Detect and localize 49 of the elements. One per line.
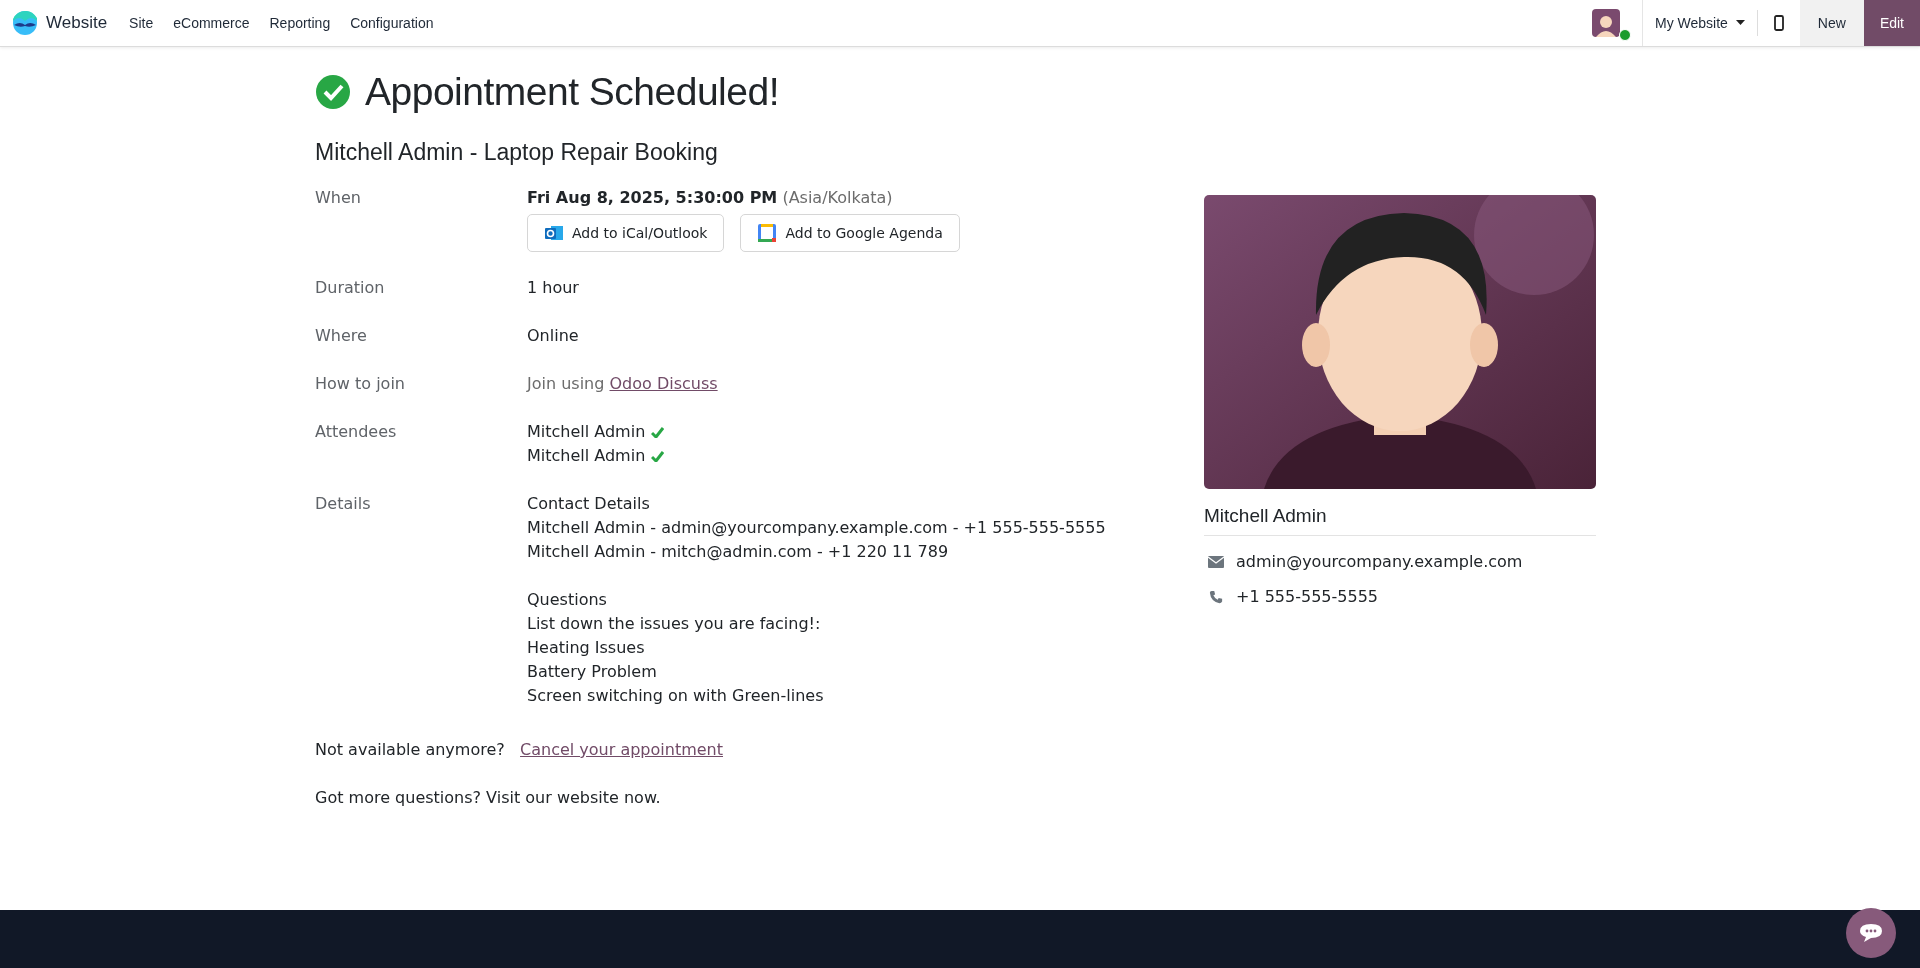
menu-item[interactable]: Configuration [340, 15, 444, 31]
field-label: When [315, 187, 362, 209]
field-label: Attendees [315, 421, 398, 443]
detail-line: Mitchell Admin - mitch@admin.com - +1 220 11 789 [527, 541, 950, 563]
edit-button[interactable]: Edit [1863, 0, 1920, 46]
date-time: Fri Aug 8, 2025, 5:30:00 PM (Asia/Kolkata) [527, 187, 894, 209]
outlook-icon [544, 223, 564, 243]
menu-item[interactable]: eCommerce [163, 15, 260, 31]
cancel-text: Not available anymore? Cancel your appointment [315, 739, 724, 761]
chat-icon [1859, 923, 1883, 943]
attendee-name: Mitchell Admin [527, 421, 646, 443]
detail-line: Screen switching on with Green-lines [527, 685, 825, 707]
caret-icon [1735, 20, 1745, 26]
calendar-button[interactable]: Add to Google Agenda [740, 214, 960, 252]
discuss-link[interactable]: Odoo Discuss [609, 374, 718, 393]
detail-line: Contact Details [527, 493, 651, 515]
field-label: Details [315, 493, 372, 515]
detail-line: Questions [527, 589, 608, 611]
phone-icon [1208, 589, 1224, 604]
page-title: Appointment Scheduled! [365, 69, 779, 115]
website-switcher[interactable]: My Website [1642, 0, 1757, 46]
staff-phone: +1 555-555-5555 [1236, 587, 1378, 606]
field-label: Duration [315, 277, 386, 299]
new-button[interactable]: New [1799, 0, 1864, 46]
appointment-subtitle: Mitchell Admin - Laptop Repair Booking [315, 139, 719, 166]
detail-line: Heating Issues [527, 637, 646, 659]
envelope-icon [1208, 555, 1224, 568]
menu-item[interactable]: Site [119, 15, 164, 31]
note-text: Got more questions? Visit our website now. [315, 787, 662, 809]
detail-line: Battery Problem [527, 661, 658, 683]
cancel-link[interactable]: Cancel your appointment [520, 740, 723, 759]
field-label: How to join [315, 373, 406, 395]
menu-item[interactable]: Reporting [259, 15, 341, 31]
join-text: Join using Odoo Discuss [527, 373, 719, 395]
staff-name: Mitchell Admin [1204, 505, 1596, 536]
detail-value: 1 hour [527, 277, 580, 299]
logo-icon [12, 10, 38, 36]
app-name[interactable]: Website [46, 13, 108, 33]
calendar-button[interactable]: Add to iCal/Outlook [527, 214, 725, 252]
staff-email: admin@yourcompany.example.com [1236, 552, 1523, 571]
detail-line: List down the issues you are facing!: [527, 613, 822, 635]
attendee-name: Mitchell Admin [527, 445, 646, 467]
mobile-icon[interactable] [1773, 15, 1784, 31]
detail-line: Mitchell Admin - admin@yourcompany.example.com - +1 555-555-5555 [527, 517, 1107, 539]
field-label: Where [315, 325, 368, 347]
detail-value: Online [527, 325, 580, 347]
check-circle-icon [315, 74, 351, 110]
calendar-icon [757, 223, 778, 243]
user-avatar[interactable] [1592, 9, 1620, 37]
